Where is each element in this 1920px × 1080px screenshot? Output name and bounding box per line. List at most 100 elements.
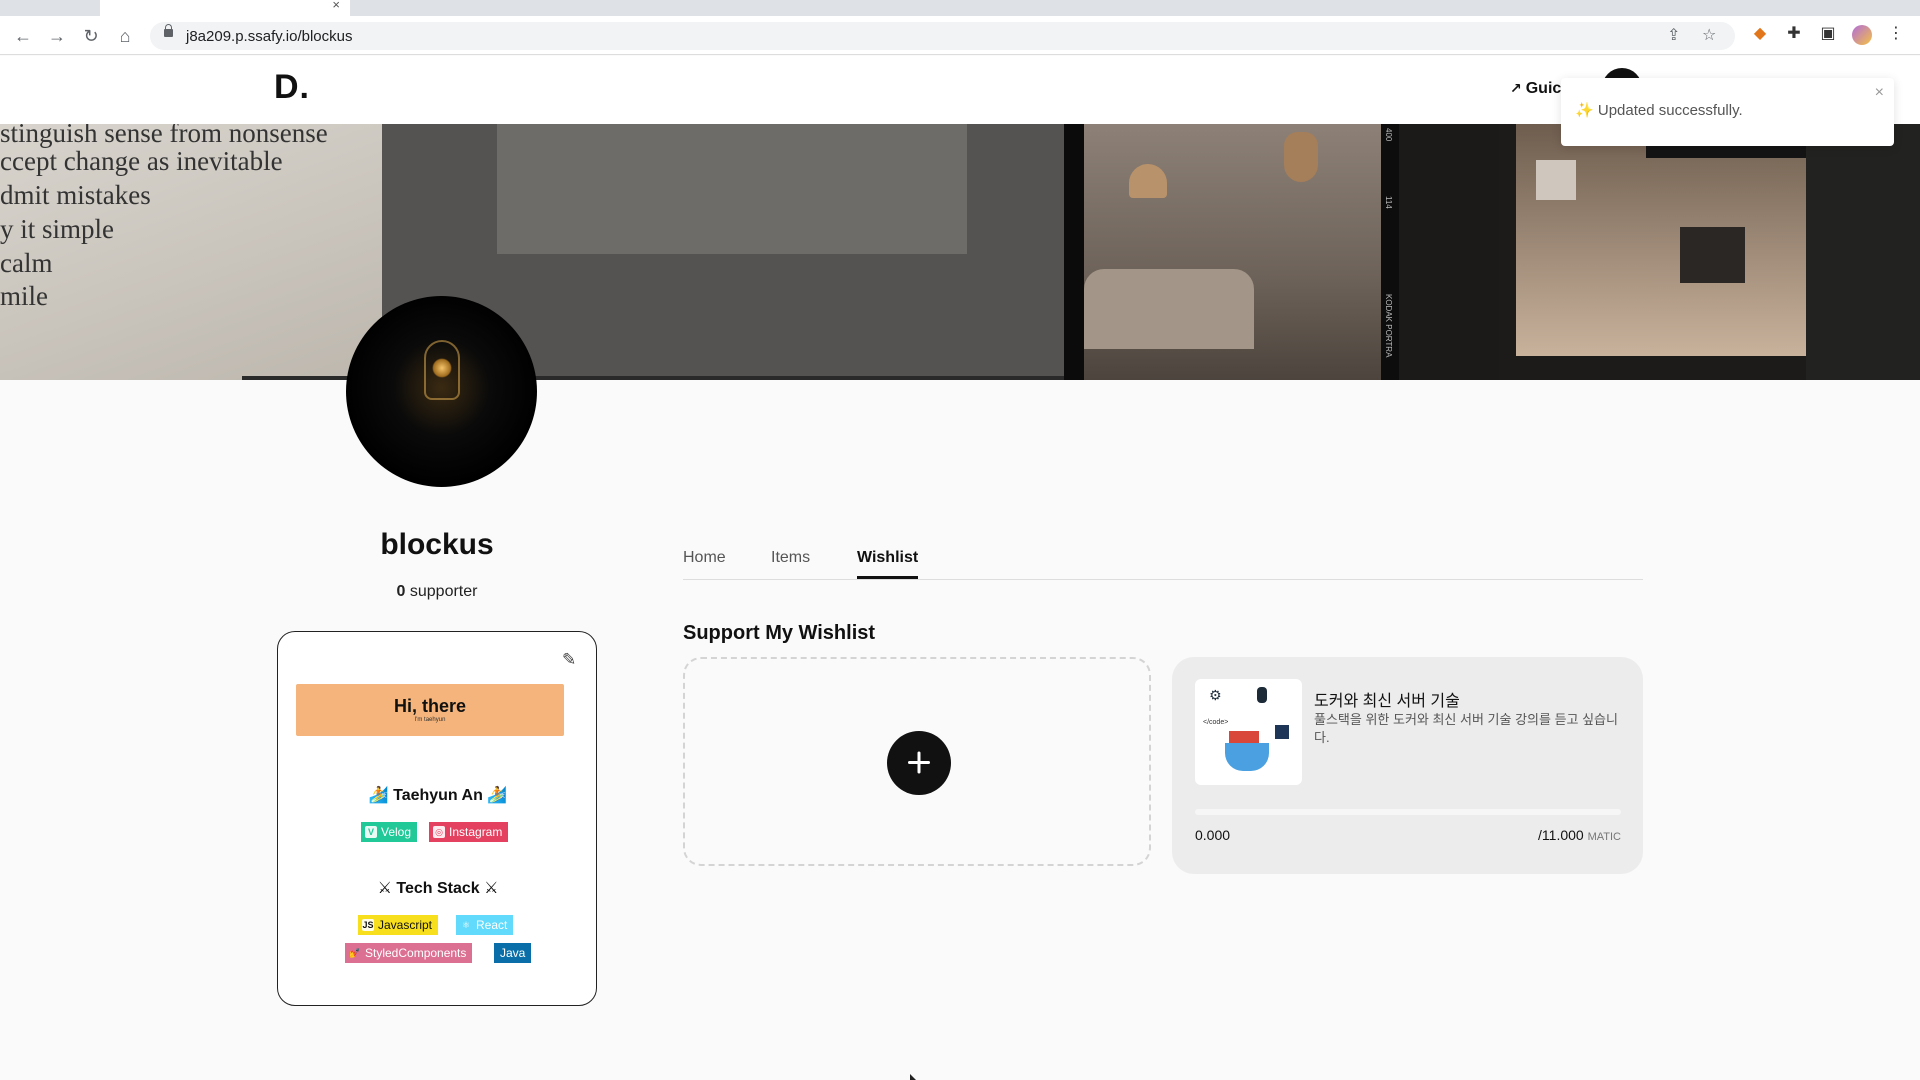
bookmark-star-icon[interactable]: ☆ (1702, 25, 1716, 45)
badge-label: StyledComponents (365, 946, 467, 960)
share-icon[interactable]: ⇪ (1667, 25, 1680, 45)
url-text[interactable]: j8a209.p.ssafy.io/blockus (186, 28, 353, 45)
tab-close-icon[interactable]: × (332, 0, 340, 12)
tech-stack-title: ⚔ Tech Stack ⚔ (377, 880, 499, 897)
film-text: KODAK PORTRA (1384, 294, 1393, 358)
sofa-shape (1084, 269, 1254, 349)
hi-banner-subtitle: I'm taehyun (414, 717, 446, 723)
goal-value: /11.000 (1538, 827, 1584, 843)
wishlist-item-title: 도커와 최신 서버 기술 (1314, 693, 1460, 710)
add-wishlist-card[interactable] (683, 657, 1151, 866)
badge-label: Javascript (378, 918, 433, 932)
raised-amount: 0.000 (1195, 827, 1231, 843)
badge-label: Java (500, 946, 526, 960)
browser-tab[interactable]: × (100, 0, 350, 16)
side-panel-icon[interactable]: ▣ (1818, 24, 1838, 44)
banner-film-edge (1064, 124, 1084, 380)
browser-toolbar: ← → ↻ ⌂ j8a209.p.ssafy.io/blockus ⇪ ☆ ◆ … (0, 16, 1920, 55)
metamask-extension-icon[interactable]: ◆ (1750, 24, 1770, 44)
back-icon[interactable]: ← (11, 24, 35, 48)
banner-dark-panel (1399, 124, 1499, 380)
banner-quote-line: dmit mistakes (0, 180, 151, 210)
goal-amount: /11.000 MATIC (1538, 827, 1621, 843)
banner-quote-line: mile (0, 281, 48, 311)
styledcomponents-badge: 💅 StyledComponents (345, 943, 473, 963)
banner-film-strip: 400 114 KODAK PORTRA (1381, 124, 1399, 380)
wishlist-item-description: 풀스택을 위한 도커와 최신 서버 기술 강의를 듣고 싶습니다. (1314, 712, 1618, 745)
profile-name: blockus (380, 528, 494, 561)
docker-whale-icon (1225, 743, 1269, 771)
plus-icon[interactable] (887, 731, 951, 795)
wishlist-item-card[interactable]: ⚙ </code> 도커와 최신 서버 기술 풀스택을 위한 도커와 최신 서버… (1172, 657, 1643, 874)
javascript-badge: JS Javascript (358, 915, 439, 935)
profile-avatar-icon[interactable] (1852, 25, 1872, 45)
extensions-puzzle-icon[interactable]: ✚ (1784, 24, 1804, 44)
profile-readme-card: ✎ Hi, there I'm taehyun 🏄 Taehyun An 🏄 V… (277, 631, 597, 1006)
tab-wishlist[interactable]: Wishlist (857, 549, 919, 579)
film-text: 114 (1384, 196, 1393, 209)
profile-banner: stinguish sense from nonsense ccept chan… (0, 124, 1920, 380)
home-icon[interactable]: ⌂ (113, 24, 137, 48)
tv-shape (1680, 227, 1745, 283)
badge-label: React (476, 918, 508, 932)
lamp-shape (1129, 164, 1167, 198)
profile-avatar (346, 296, 537, 487)
wishlist-item-thumbnail: ⚙ </code> (1195, 679, 1302, 785)
hi-banner: Hi, there I'm taehyun (296, 684, 564, 736)
java-badge: Java (494, 943, 532, 963)
banner-room-photo (1084, 124, 1381, 380)
profile-tabs: Home Items Wishlist (683, 546, 1643, 580)
banner-quote-line: ccept change as inevitable (0, 146, 283, 176)
banner-room-photo (1516, 124, 1806, 356)
react-icon: ⚛ (461, 920, 471, 930)
badge-label: Instagram (449, 825, 503, 839)
code-icon: </code> (1203, 719, 1229, 726)
close-icon[interactable]: × (1875, 84, 1884, 102)
bulb-glow (432, 358, 452, 378)
javascript-icon: JS (362, 919, 374, 931)
external-link-icon: ↗ (1510, 80, 1522, 96)
velog-badge[interactable]: V Velog (361, 822, 418, 842)
supporter-number: 0 (396, 583, 406, 600)
browser-tab-strip: × (0, 0, 1920, 16)
reload-icon[interactable]: ↻ (79, 24, 103, 48)
kubernetes-icon (1275, 725, 1289, 739)
film-text: 400 (1384, 128, 1393, 142)
tab-home[interactable]: Home (683, 549, 726, 576)
guide-label: Guic (1525, 80, 1562, 97)
forward-icon[interactable]: → (45, 24, 69, 48)
logo[interactable]: D. (274, 68, 310, 107)
lock-icon (164, 24, 173, 37)
address-bar[interactable]: j8a209.p.ssafy.io/blockus ⇪ ☆ (150, 22, 1735, 50)
react-badge: ⚛ React (456, 915, 514, 935)
tab-items[interactable]: Items (771, 549, 810, 576)
readme-name: 🏄 Taehyun An 🏄 (368, 787, 508, 804)
envelope-flap (497, 124, 967, 254)
funding-progress-bar (1195, 809, 1621, 815)
window-shape (1536, 160, 1576, 200)
instagram-badge[interactable]: ◎ Instagram (429, 822, 509, 842)
nail-polish-icon: 💅 (349, 948, 361, 958)
instagram-icon: ◎ (433, 826, 445, 838)
sparkles-icon: ✨ (1575, 102, 1594, 119)
badge-label: Velog (381, 825, 412, 839)
section-title: Support My Wishlist (683, 622, 876, 644)
guide-link[interactable]: ↗ Guic (1510, 80, 1561, 98)
mouse-cursor (910, 1074, 916, 1080)
supporter-label: supporter (409, 583, 478, 600)
toast-message: ✨ Updated successfully. (1575, 101, 1743, 119)
toast-text: Updated successfully. (1597, 102, 1743, 119)
velog-icon: V (365, 826, 377, 838)
banner-quote-line: y it simple (0, 214, 114, 244)
banner-right-panel (1806, 124, 1920, 380)
banner-quote-line: calm (0, 248, 53, 278)
database-icon (1257, 687, 1267, 703)
currency-unit: MATIC (1587, 831, 1621, 843)
hi-banner-title: Hi, there (393, 696, 467, 716)
lamp-shape (1284, 132, 1318, 182)
banner-paper: stinguish sense from nonsense ccept chan… (0, 124, 382, 380)
edit-icon[interactable]: ✎ (562, 650, 576, 670)
toast-notification: ✨ Updated successfully. × (1561, 78, 1894, 146)
gear-icon: ⚙ (1209, 687, 1222, 703)
menu-dots-icon[interactable]: ⋮ (1886, 24, 1906, 44)
